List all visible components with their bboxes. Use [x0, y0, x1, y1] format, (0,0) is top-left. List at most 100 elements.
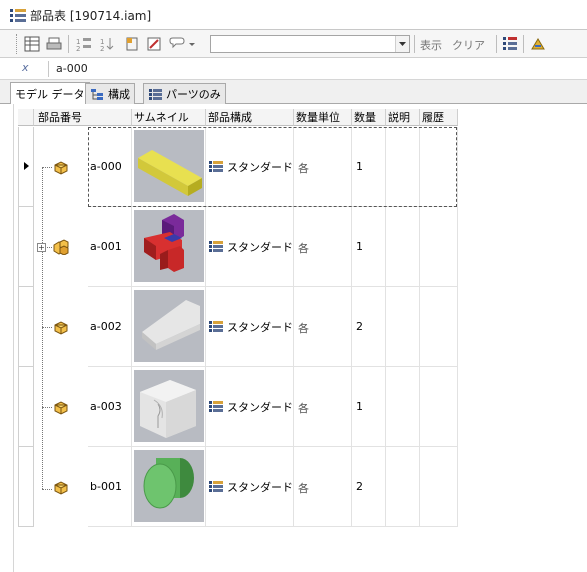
- cell-thumbnail[interactable]: [132, 447, 206, 527]
- cell-quantity[interactable]: 2: [352, 447, 386, 527]
- search-input[interactable]: a-000: [56, 62, 88, 75]
- column-header-label: 履歴: [422, 111, 444, 124]
- renumber-button[interactable]: 12: [74, 34, 94, 54]
- column-header-description[interactable]: 説明: [386, 109, 420, 126]
- cell-unit[interactable]: 各: [294, 447, 352, 527]
- chevron-down-icon[interactable]: [395, 36, 409, 52]
- cell-quantity[interactable]: 1: [352, 367, 386, 447]
- row-selector[interactable]: [18, 367, 34, 447]
- standard-structure-icon: [209, 481, 223, 492]
- cell-description[interactable]: [386, 367, 420, 447]
- filter-combobox[interactable]: [210, 35, 410, 53]
- cell-unit[interactable]: 各: [294, 287, 352, 367]
- cell-structure[interactable]: スタンダード: [206, 127, 294, 207]
- structure-tree-icon: [91, 88, 103, 100]
- unit-text: 各: [298, 482, 309, 495]
- part-icon: [54, 401, 68, 415]
- cell-structure[interactable]: スタンダード: [206, 447, 294, 527]
- cell-thumbnail[interactable]: [132, 207, 206, 287]
- clear-button[interactable]: クリア: [452, 37, 485, 53]
- chat-dropdown-button[interactable]: [166, 34, 198, 54]
- cell-structure[interactable]: スタンダード: [206, 367, 294, 447]
- unit-text: 各: [298, 162, 309, 175]
- quantity-text: 1: [356, 240, 363, 253]
- expand-toggle[interactable]: +: [37, 243, 46, 252]
- cell-quantity[interactable]: 2: [352, 287, 386, 367]
- sort-icon: 12: [100, 38, 114, 52]
- speech-bubble-icon: [169, 37, 195, 49]
- cell-part-number[interactable]: a-003: [88, 367, 132, 447]
- cell-part-number[interactable]: a-000: [88, 127, 132, 207]
- update-icon: [531, 38, 545, 50]
- column-header-thumbnail[interactable]: サムネイル: [132, 109, 206, 126]
- cell-thumbnail[interactable]: [132, 367, 206, 447]
- part-number-text: a-000: [90, 160, 122, 173]
- column-header-label: 説明: [388, 111, 410, 124]
- tree-connector: [42, 407, 52, 408]
- update-button[interactable]: [528, 34, 548, 54]
- cell-structure[interactable]: スタンダード: [206, 207, 294, 287]
- structure-text: スタンダード: [227, 321, 293, 334]
- window-title: 部品表 [190714.iam]: [30, 9, 152, 23]
- table-export-icon: [24, 36, 40, 52]
- cell-quantity[interactable]: 1: [352, 207, 386, 287]
- quantity-text: 2: [356, 320, 363, 333]
- new-part-button[interactable]: [122, 34, 142, 54]
- cell-structure[interactable]: スタンダード: [206, 287, 294, 367]
- column-header-label: 部品構成: [208, 111, 252, 124]
- cell-history[interactable]: [420, 207, 458, 287]
- view-button[interactable]: 表示: [420, 37, 442, 53]
- red-blue-assembly-thumbnail-icon: [134, 210, 204, 282]
- part-number-text: b-001: [90, 480, 122, 493]
- part-icon: [54, 321, 68, 335]
- cell-description[interactable]: [386, 447, 420, 527]
- window-titlebar: 部品表 [190714.iam]: [0, 0, 587, 30]
- tab-structure[interactable]: 構成: [85, 83, 135, 104]
- tab-label: 構成: [108, 88, 130, 101]
- column-header-unit[interactable]: 数量単位: [294, 109, 352, 126]
- toolbar-grip[interactable]: [16, 34, 18, 54]
- cell-history[interactable]: [420, 127, 458, 207]
- toolbar-separator: [68, 35, 69, 53]
- row-selector[interactable]: [18, 287, 34, 367]
- cell-unit[interactable]: 各: [294, 127, 352, 207]
- row-selector-header[interactable]: [18, 109, 34, 126]
- export-table-button[interactable]: [22, 34, 42, 54]
- column-header-structure[interactable]: 部品構成: [206, 109, 294, 126]
- tree-connector: [42, 489, 52, 490]
- tab-label: モデル データ: [15, 87, 85, 101]
- cell-description[interactable]: [386, 287, 420, 367]
- column-header-part-number[interactable]: 部品番号 △: [34, 109, 132, 126]
- column-header-quantity[interactable]: 数量: [352, 109, 386, 126]
- sort-button[interactable]: 12: [98, 34, 118, 54]
- tab-model-data[interactable]: モデル データ: [10, 82, 90, 104]
- row-selector[interactable]: [18, 447, 34, 527]
- standard-structure-icon: [209, 321, 223, 332]
- cell-quantity[interactable]: 1: [352, 127, 386, 207]
- cell-part-number[interactable]: a-002: [88, 287, 132, 367]
- print-button[interactable]: [44, 34, 64, 54]
- bom-settings-button[interactable]: [500, 34, 520, 54]
- cell-thumbnail[interactable]: [132, 287, 206, 367]
- cell-unit[interactable]: 各: [294, 367, 352, 447]
- cell-thumbnail[interactable]: [132, 127, 206, 207]
- cell-part-number[interactable]: a-001: [88, 207, 132, 287]
- row-selector[interactable]: [18, 207, 34, 287]
- cell-history[interactable]: [420, 367, 458, 447]
- cell-description[interactable]: [386, 127, 420, 207]
- cell-unit[interactable]: 各: [294, 207, 352, 287]
- toolbar: 12 12 表示 クリア: [0, 30, 587, 58]
- row-selector[interactable]: [18, 127, 34, 207]
- unit-text: 各: [298, 402, 309, 415]
- toolbar-separator: [414, 35, 415, 53]
- tab-parts-only[interactable]: パーツのみ: [143, 83, 226, 104]
- standard-structure-icon: [209, 241, 223, 252]
- part-icon: [54, 161, 68, 175]
- cell-part-number[interactable]: b-001: [88, 447, 132, 527]
- virtual-part-button[interactable]: [144, 34, 164, 54]
- column-header-history[interactable]: 履歴: [420, 109, 458, 126]
- cell-history[interactable]: [420, 287, 458, 367]
- cell-description[interactable]: [386, 207, 420, 287]
- cell-history[interactable]: [420, 447, 458, 527]
- quantity-text: 2: [356, 480, 363, 493]
